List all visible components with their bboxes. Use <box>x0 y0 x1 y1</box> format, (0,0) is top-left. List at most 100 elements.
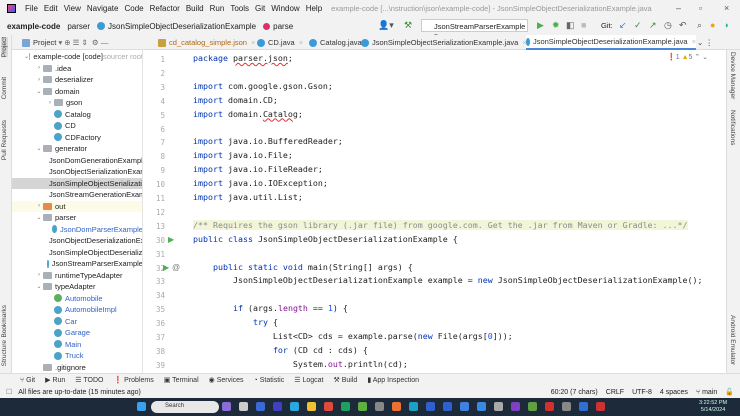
history-icon[interactable]: ◷ <box>664 20 672 31</box>
toolwindow-services[interactable]: ◉ Services <box>209 376 244 384</box>
tree-item[interactable]: JsonDomParserExample <box>12 224 142 236</box>
tree-item[interactable]: ⌄ domain <box>12 86 142 98</box>
tree-item[interactable]: Truck <box>12 350 142 362</box>
taskbar-app-icon[interactable] <box>341 402 350 411</box>
tree-item[interactable]: JsonDomGenerationExample <box>12 155 142 167</box>
run-gutter-icon[interactable]: ▶ <box>168 235 174 244</box>
tree-item[interactable]: › runtimeTypeAdapter <box>12 270 142 282</box>
build-hammer-icon[interactable]: ⚒ <box>404 20 412 31</box>
lock-icon[interactable]: 🔓 <box>725 388 734 396</box>
tab-close-icon[interactable]: × <box>692 37 696 46</box>
caret-position[interactable]: 60:20 (7 chars) <box>551 389 598 396</box>
chevron-right-icon[interactable]: › <box>35 77 43 83</box>
menu-run[interactable]: Run <box>207 4 228 13</box>
tree-item[interactable]: JsonObjectSerializationExample <box>12 166 142 178</box>
menu-code[interactable]: Code <box>121 4 146 13</box>
windows-start-icon[interactable] <box>137 402 146 411</box>
menu-build[interactable]: Build <box>183 4 207 13</box>
rollback-icon[interactable]: ↶ <box>679 20 687 31</box>
taskbar-app-icon[interactable] <box>562 402 571 411</box>
tree-item[interactable]: › .idea <box>12 63 142 75</box>
toolwindow-build[interactable]: ⚒ Build <box>334 376 358 384</box>
taskbar-app-icon[interactable] <box>460 402 469 411</box>
stripe-notifications[interactable]: Notifications <box>729 110 736 145</box>
taskbar-app-icon[interactable] <box>579 402 588 411</box>
taskbar-app-icon[interactable] <box>596 402 605 411</box>
tree-item[interactable]: .gitignore <box>12 362 142 374</box>
taskbar-app-icon[interactable] <box>409 402 418 411</box>
tab-0[interactable]: cd_catalog_simple.json × <box>158 35 255 50</box>
run-configuration-select[interactable]: JsonStreamParserExample ▾ <box>421 19 528 40</box>
stripe-structure[interactable]: Structure <box>1 340 8 366</box>
update-icon[interactable]: ● <box>710 20 715 30</box>
line-separator[interactable]: CRLF <box>606 389 624 396</box>
toolwindow-run[interactable]: ▶ Run <box>45 376 65 384</box>
stop-icon[interactable]: ■ <box>581 20 586 30</box>
tree-item[interactable]: Automobile <box>12 293 142 305</box>
close-button[interactable]: × <box>724 3 729 13</box>
menu-git[interactable]: Git <box>252 4 268 13</box>
tree-item[interactable]: Main <box>12 339 142 351</box>
coverage-icon[interactable]: ◧ <box>566 20 575 31</box>
taskbar-app-icon[interactable] <box>290 402 299 411</box>
tree-item[interactable]: JsonObjectDeserializationExample <box>12 235 142 247</box>
tree-item[interactable]: Catalog <box>12 109 142 121</box>
tree-item[interactable]: CD <box>12 120 142 132</box>
tree-item[interactable]: ⌄ generator <box>12 143 142 155</box>
chevron-down-icon[interactable]: ⌄ <box>35 88 43 95</box>
toolwindow-statistic[interactable]: ◔ Statistic <box>254 377 285 384</box>
taskbar-app-icon[interactable] <box>545 402 554 411</box>
menu-help[interactable]: Help <box>303 4 325 13</box>
taskbar-app-icon[interactable] <box>375 402 384 411</box>
tab-1[interactable]: CD.java × <box>257 35 303 50</box>
taskbar-app-icon[interactable] <box>511 402 520 411</box>
git-update-icon[interactable]: ↙ <box>619 20 627 31</box>
chevron-down-icon[interactable]: ⌄ <box>35 214 43 221</box>
tree-item[interactable]: ⌄ typeAdapter <box>12 281 142 293</box>
chevron-down-icon[interactable]: ⌄ <box>35 145 43 152</box>
chevron-right-icon[interactable]: › <box>35 65 43 71</box>
taskbar-app-icon[interactable] <box>239 402 248 411</box>
breadcrumb-project[interactable]: example-code <box>7 22 60 31</box>
git-push-icon[interactable]: ↗ <box>649 20 657 31</box>
maximize-button[interactable]: ▫ <box>699 3 702 13</box>
tree-item[interactable]: Car <box>12 316 142 328</box>
project-view-selector[interactable]: Project ▾ ⊕ ☰ ⇕ ⚙ — <box>22 35 108 50</box>
breadcrumb-class[interactable]: JsonSimpleObjectDeserializationExample <box>97 22 256 31</box>
menu-edit[interactable]: Edit <box>41 4 61 13</box>
menu-navigate[interactable]: Navigate <box>84 4 122 13</box>
run-gutter-icon[interactable]: ▶ <box>163 263 169 272</box>
git-branch[interactable]: ⑂ main <box>696 389 717 396</box>
stripe-pull-requests[interactable]: Pull Requests <box>1 120 8 160</box>
taskbar-app-icon[interactable] <box>307 402 316 411</box>
menu-refactor[interactable]: Refactor <box>147 4 183 13</box>
taskbar-app-icon[interactable] <box>426 402 435 411</box>
tree-item[interactable]: JsonStreamParserExample <box>12 258 142 270</box>
tree-item[interactable]: CDFactory <box>12 132 142 144</box>
file-encoding[interactable]: UTF-8 <box>632 389 652 396</box>
indent-setting[interactable]: 4 spaces <box>660 389 688 396</box>
tab-4[interactable]: JsonSimpleObjectDeserializationExample.j… <box>526 35 696 50</box>
menu-window[interactable]: Window <box>268 4 302 13</box>
search-icon[interactable]: ⌕ <box>697 20 702 31</box>
breadcrumb-method[interactable]: parse <box>263 22 293 31</box>
tree-item[interactable]: ⌄ example-code [code] sourcer root <box>12 51 142 63</box>
taskbar-app-icon[interactable] <box>358 402 367 411</box>
assistant-icon[interactable]: ◗ <box>724 20 729 30</box>
breadcrumb-package[interactable]: parser <box>67 22 90 31</box>
code-editor[interactable]: package parser.json; import com.google.gs… <box>190 50 726 373</box>
tabs-overflow-icon[interactable]: ⌄ ⋮ <box>697 35 713 50</box>
chevron-right-icon[interactable]: › <box>35 272 43 278</box>
taskbar-app-icon[interactable] <box>392 402 401 411</box>
stripe-android-emulator[interactable]: Android Emulator <box>729 315 736 365</box>
toolwindow-git[interactable]: ⑂ Git <box>20 377 35 384</box>
chevron-right-icon[interactable]: › <box>46 100 54 106</box>
tree-item[interactable]: AutomobileImpl <box>12 304 142 316</box>
toolwindow-logcat[interactable]: ☰ Logcat <box>294 376 323 384</box>
taskbar-app-icon[interactable] <box>477 402 486 411</box>
menu-view[interactable]: View <box>61 4 84 13</box>
taskbar-app-icon[interactable] <box>324 402 333 411</box>
taskbar-app-icon[interactable] <box>494 402 503 411</box>
stripe-commit[interactable]: Commit <box>1 77 8 99</box>
chevron-down-icon[interactable]: ⌄ <box>35 283 43 290</box>
